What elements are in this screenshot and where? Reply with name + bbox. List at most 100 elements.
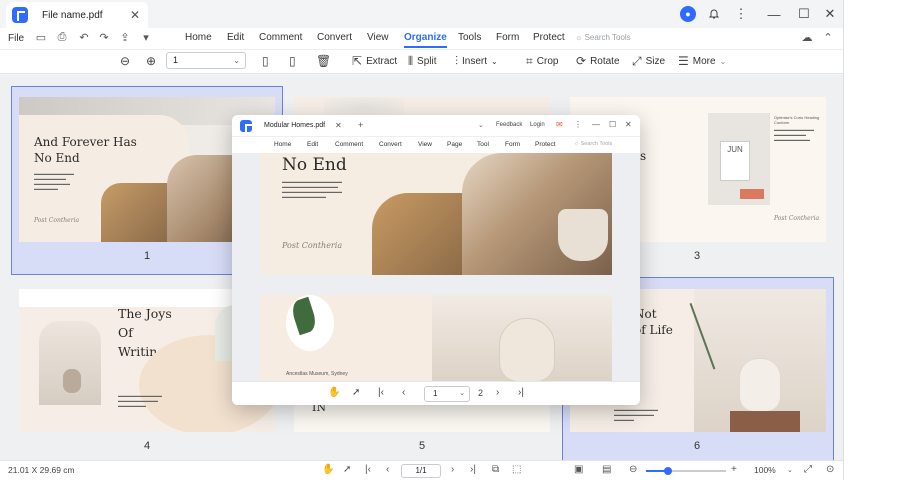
print-icon[interactable]: ⎙ (55, 31, 69, 44)
more-label: More (692, 55, 716, 67)
menu-edit[interactable]: Edit (227, 32, 244, 43)
close-window-button[interactable]: ✕ (822, 4, 838, 24)
rotate-button[interactable]: ⟳ Rotate (576, 54, 620, 68)
zoom-dropdown-icon[interactable]: ⌄ (787, 466, 793, 474)
select-tool-icon[interactable]: ➚ (343, 464, 351, 475)
zoom-slider[interactable] (646, 467, 726, 475)
minimize-button[interactable]: — (766, 4, 782, 24)
floating-page-navigation: ✋ ➚ |‹ ‹ 1 ⌄ 2 › ›| (232, 381, 640, 405)
first-page-icon[interactable]: |‹ (365, 464, 371, 475)
crop-button[interactable]: ⌗ Crop (526, 54, 558, 69)
notification-bell-icon[interactable] (706, 4, 722, 24)
menu-tools[interactable]: Tools (458, 32, 481, 43)
zoom-in-icon[interactable]: + (731, 464, 737, 475)
floating-menu-form[interactable]: Form (505, 141, 520, 148)
user-avatar[interactable]: ● (680, 4, 696, 24)
app-window: File name.pdf ✕ ● ⋮ — ☐ ✕ File ▭ ⎙ ↶ ↷ ⇪… (0, 0, 844, 480)
floating-tab-close-icon[interactable]: ✕ (335, 121, 342, 130)
floating-maximize-icon[interactable]: ☐ (609, 120, 616, 129)
next-page-icon[interactable]: › (496, 387, 499, 398)
floating-menu-bar: Home Edit Comment Convert View Page Tool… (232, 137, 640, 153)
search-tools-placeholder: Search Tools (584, 33, 631, 42)
menu-view[interactable]: View (367, 32, 389, 43)
last-page-icon[interactable]: ›| (518, 387, 524, 398)
cloud-upload-icon[interactable]: ☁ (800, 31, 814, 44)
floating-close-window-icon[interactable]: ✕ (625, 120, 632, 129)
menu-organize[interactable]: Organize (404, 32, 447, 48)
floating-menu-page[interactable]: Page (447, 141, 462, 148)
floating-new-tab-icon[interactable]: + (358, 120, 363, 130)
undo-icon[interactable]: ↶ (77, 31, 91, 44)
select-tool-icon[interactable]: ➚ (352, 387, 360, 398)
share-icon[interactable]: ⇪ (118, 31, 132, 44)
page1-signature: Post Contheria (34, 217, 80, 224)
floating-notification-icon[interactable]: ✉ (556, 120, 563, 129)
zoom-slider-handle[interactable] (664, 467, 673, 475)
floating-collapse-icon[interactable]: ⌄ (478, 121, 484, 129)
delete-page-button[interactable]: 🗑 (316, 54, 331, 68)
document-tab[interactable]: File name.pdf ✕ (6, 2, 148, 28)
menu-form[interactable]: Form (496, 32, 519, 43)
floating-title-bar: Modular Homes.pdf ✕ + ⌄ Feedback Login ✉… (232, 115, 640, 137)
floating-document-window[interactable]: Modular Homes.pdf ✕ + ⌄ Feedback Login ✉… (232, 115, 640, 405)
floating-minimize-icon[interactable]: — (592, 120, 600, 129)
last-page-icon[interactable]: ›| (470, 464, 476, 475)
zoom-in-button[interactable]: ⊕ (146, 54, 156, 68)
floating-menu-protect[interactable]: Protect (535, 141, 556, 148)
menu-home[interactable]: Home (185, 32, 212, 43)
floating-menu-view[interactable]: View (418, 141, 432, 148)
floating-search-icon: ☼ (574, 141, 580, 147)
insert-after-button[interactable]: ▯ (289, 54, 296, 68)
login-link[interactable]: Login (530, 122, 545, 128)
split-button[interactable]: ⫴ Split (408, 54, 437, 69)
hand-tool-icon[interactable]: ✋ (328, 387, 340, 398)
menu-protect[interactable]: Protect (533, 32, 565, 43)
collapse-ribbon-icon[interactable]: ⌃ (821, 31, 835, 44)
size-button[interactable]: ⤢ Size (632, 54, 665, 69)
redo-icon[interactable]: ↷ (97, 31, 111, 44)
next-page-icon[interactable]: › (451, 464, 454, 475)
page-select[interactable]: 1 ⌄ (166, 52, 246, 69)
fit-width-icon[interactable]: ▣ (574, 464, 583, 475)
fit-page-icon[interactable]: ⧉ (492, 464, 499, 475)
floating-more-icon[interactable]: ⋮ (574, 120, 582, 129)
more-button[interactable]: ☰ More ⌄ (678, 54, 726, 68)
floating-search-tools[interactable]: ☼ Search Tools (574, 141, 612, 147)
zoom-out-button[interactable]: ⊖ (120, 54, 130, 68)
floating-menu-home[interactable]: Home (274, 141, 291, 148)
first-page-icon[interactable]: |‹ (378, 387, 384, 398)
feedback-link[interactable]: Feedback (496, 122, 522, 128)
extract-button[interactable]: ⇱ Extract (352, 54, 397, 68)
file-menu[interactable]: File (8, 33, 24, 44)
more-status-icon[interactable]: ⊙ (826, 464, 834, 475)
floating-menu-tool[interactable]: Tool (477, 141, 489, 148)
previous-page-icon[interactable]: ‹ (402, 387, 405, 398)
menu-convert[interactable]: Convert (317, 32, 352, 43)
fullscreen-icon[interactable]: ⬚ (512, 464, 521, 475)
previous-page-icon[interactable]: ‹ (386, 464, 389, 475)
zoom-out-icon[interactable]: ⊖ (629, 464, 637, 475)
quick-access-dropdown-icon[interactable]: ▾ (139, 31, 153, 44)
more-options-icon[interactable]: ⋮ (734, 4, 748, 24)
floating-menu-convert[interactable]: Convert (379, 141, 402, 148)
insert-button[interactable]: ⫶ Insert ⌄ (455, 54, 498, 69)
menu-comment[interactable]: Comment (259, 32, 302, 43)
floating-page-heading: No End (282, 155, 347, 175)
floating-document-view[interactable]: No End ▬▬▬▬▬▬▬▬▬▬▬▬▬▬▬ ▬▬▬▬▬▬▬▬▬▬▬▬▬▬ ▬▬▬▬… (232, 153, 640, 381)
zoom-level[interactable]: 100% (754, 465, 776, 475)
hand-tool-icon[interactable]: ✋ (322, 464, 334, 475)
maximize-button[interactable]: ☐ (796, 4, 812, 24)
save-icon[interactable]: ▭ (34, 31, 48, 44)
floating-page-input[interactable]: 1 ⌄ (424, 386, 470, 402)
floating-menu-comment[interactable]: Comment (335, 141, 363, 148)
page-indicator-input[interactable]: 1/1 (401, 464, 441, 478)
floating-page-2: Ancestlas Museum, Sydney (260, 295, 612, 381)
floating-page-1: No End ▬▬▬▬▬▬▬▬▬▬▬▬▬▬▬ ▬▬▬▬▬▬▬▬▬▬▬▬▬▬ ▬▬▬▬… (260, 153, 612, 275)
close-tab-icon[interactable]: ✕ (130, 8, 140, 22)
search-tools[interactable]: ☼ Search Tools (575, 33, 631, 42)
page-layout-icon[interactable]: ▤ (602, 464, 611, 475)
floating-page-total: 2 (478, 388, 484, 398)
floating-menu-edit[interactable]: Edit (307, 141, 318, 148)
expand-icon[interactable]: ⤢ (804, 464, 812, 475)
insert-before-button[interactable]: ▯ (262, 54, 269, 68)
